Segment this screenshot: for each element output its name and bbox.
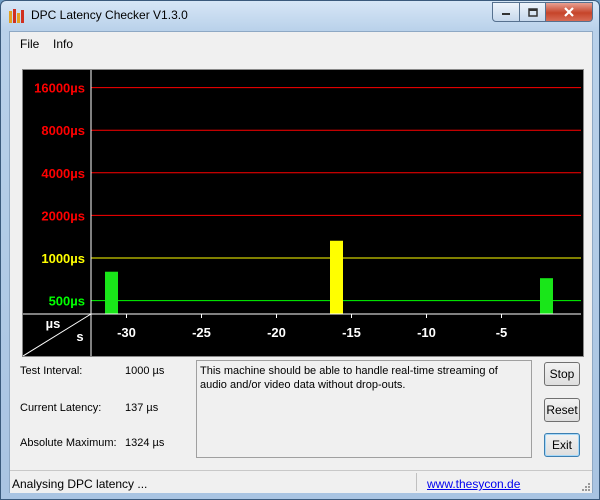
message-box: This machine should be able to handle re… <box>196 360 532 458</box>
reset-button[interactable]: Reset <box>544 398 580 422</box>
menu-info[interactable]: Info <box>53 37 73 51</box>
test-interval-value: 1000 µs <box>125 365 165 377</box>
maximize-icon <box>527 7 538 17</box>
exit-button[interactable]: Exit <box>544 433 580 457</box>
close-icon <box>564 7 574 17</box>
y-tick-label: 4000µs <box>41 166 85 181</box>
latency-bar <box>105 271 118 314</box>
y-tick-label: 1000µs <box>41 251 85 266</box>
maximize-button[interactable] <box>520 2 546 22</box>
window-title: DPC Latency Checker V1.3.0 <box>31 8 188 22</box>
y-unit-label: µs <box>46 316 61 331</box>
minimize-button[interactable] <box>492 2 520 22</box>
title-bar[interactable]: DPC Latency Checker V1.3.0 <box>1 1 599 31</box>
x-tick-label: -30 <box>117 325 136 340</box>
x-tick-label: -15 <box>342 325 361 340</box>
minimize-icon <box>502 13 510 15</box>
app-window: DPC Latency Checker V1.3.0 File Info 160… <box>0 0 600 500</box>
latency-bar <box>540 278 553 314</box>
menu-bar: File Info <box>10 32 592 54</box>
x-tick-label: -25 <box>192 325 211 340</box>
client-area: File Info 16000µs 8000µs 4000µs 2000µs 1000µ… <box>9 31 593 493</box>
latency-chart: 16000µs 8000µs 4000µs 2000µs 1000µs 500µs µs s -… <box>22 69 584 357</box>
x-tick-label: -5 <box>496 325 508 340</box>
status-text: Analysing DPC latency ... <box>12 477 148 491</box>
x-tick-label: -20 <box>267 325 286 340</box>
resize-grip-icon[interactable] <box>580 481 590 491</box>
current-latency-value: 137 µs <box>125 402 159 414</box>
x-unit-label: s <box>76 329 83 344</box>
y-tick-label: 2000µs <box>41 208 85 223</box>
website-link[interactable]: www.thesycon.de <box>427 477 520 491</box>
y-tick-label: 500µs <box>49 294 85 309</box>
current-latency-label: Current Latency: <box>20 402 102 414</box>
test-interval-label: Test Interval: <box>20 365 83 377</box>
status-separator <box>416 473 417 491</box>
absolute-maximum-label: Absolute Maximum: <box>20 437 117 449</box>
close-button[interactable] <box>546 2 593 22</box>
y-tick-label: 8000µs <box>41 123 85 138</box>
app-icon <box>9 9 24 23</box>
x-tick-label: -10 <box>417 325 436 340</box>
message-text: This machine should be able to handle re… <box>200 365 498 391</box>
y-tick-label: 16000µs <box>34 81 85 96</box>
stop-button[interactable]: Stop <box>544 362 580 386</box>
latency-chart-svg: 16000µs 8000µs 4000µs 2000µs 1000µs 500µs µss -… <box>23 70 581 356</box>
status-bar: Analysing DPC latency ... www.thesycon.d… <box>10 470 592 493</box>
absolute-maximum-value: 1324 µs <box>125 437 165 449</box>
menu-file[interactable]: File <box>20 37 39 51</box>
latency-bar <box>330 240 343 314</box>
